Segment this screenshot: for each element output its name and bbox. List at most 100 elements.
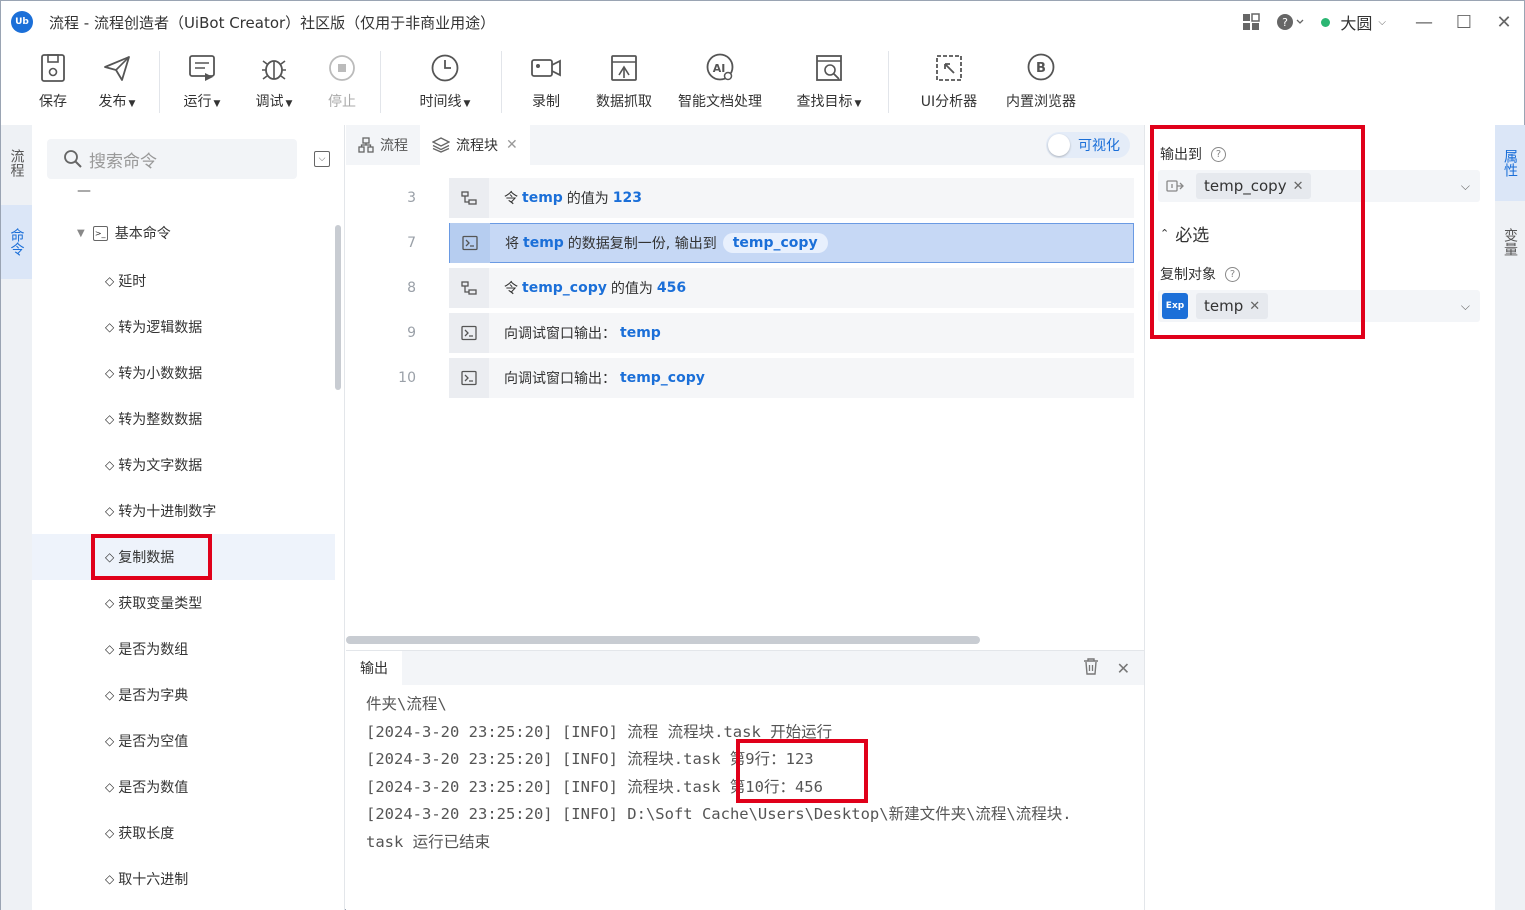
code-text: 向调试窗口输出：	[504, 326, 616, 342]
variable-name: temp	[523, 235, 564, 251]
output-panel: 输出 ✕ 件夹\流程\ [2024-3-20 23:25:20] [INFO] 流…	[346, 650, 1144, 910]
commands-scrollbar[interactable]	[335, 225, 341, 390]
diamond-icon: ◇	[105, 504, 115, 518]
command-item[interactable]: ◇ 获取长度	[32, 810, 335, 856]
save-button[interactable]: 保存	[25, 43, 81, 123]
paper-plane-icon	[101, 51, 133, 85]
code-text: 令	[504, 281, 518, 297]
visual-mode-toggle[interactable]: 可视化	[1046, 132, 1130, 158]
search-input[interactable]: 搜索命令	[47, 139, 297, 179]
chevron-down-icon[interactable]: ⌵	[1461, 179, 1470, 194]
variable-value: 123	[612, 190, 643, 206]
window-title: 流程 - 流程创造者（UiBot Creator）社区版（仅用于非商业用途）	[49, 13, 496, 32]
command-item[interactable]: ◇ 复制数据	[32, 534, 335, 580]
browser-icon: B	[1025, 51, 1057, 85]
record-button[interactable]: 录制	[516, 43, 576, 123]
line-number: 10	[398, 370, 416, 386]
line-number: 3	[407, 190, 416, 206]
minimize-button[interactable]: —	[1404, 1, 1444, 43]
tab-flow-block[interactable]: 流程块 ✕	[420, 125, 530, 165]
code-block-row[interactable]: 10 向调试窗口输出： temp_copy	[346, 358, 1134, 398]
ai-document-icon: AI	[704, 51, 736, 85]
command-item[interactable]: ◇ 转为小数数据	[32, 350, 335, 396]
layout-grid-icon[interactable]	[1231, 1, 1271, 43]
command-item[interactable]: ◇ 取十六进制	[32, 856, 335, 902]
command-item-label: 转为小数数据	[118, 366, 203, 382]
remove-chip-icon[interactable]: ✕	[1249, 299, 1260, 314]
command-item-label: 取十六进制	[118, 872, 189, 888]
command-item[interactable]: ◇ 转为逻辑数据	[32, 304, 335, 350]
code-block-row[interactable]: 7 将 temp 的数据复制一份, 输出到 temp_copy	[346, 223, 1134, 263]
command-item[interactable]: ◇ 转为十进制数字	[32, 488, 335, 534]
tree-separator: —	[77, 183, 91, 199]
close-tab-icon[interactable]: ✕	[506, 137, 518, 153]
code-block-body[interactable]: 令 temp 的值为 123	[449, 178, 1134, 218]
timeline-button[interactable]: 时间线 ▼	[405, 43, 485, 123]
code-block-body[interactable]: 将 temp 的数据复制一份, 输出到 temp_copy	[449, 223, 1134, 263]
debug-button[interactable]: 调试 ▼	[242, 43, 306, 123]
ui-analyzer-button[interactable]: UI分析器	[913, 43, 985, 123]
code-block-row[interactable]: 9 向调试窗口输出： temp	[346, 313, 1134, 353]
side-tab-properties[interactable]: 属性	[1495, 125, 1525, 201]
help-menu-icon[interactable]: ?	[1271, 1, 1311, 43]
close-output-icon[interactable]: ✕	[1117, 659, 1130, 678]
code-text: 的值为	[610, 281, 653, 297]
user-menu[interactable]: 大圆 ⌵	[1321, 10, 1386, 34]
required-section-header[interactable]: ⌃ 必选	[1160, 221, 1209, 246]
toolbar-divider	[159, 51, 160, 113]
side-tab-flow[interactable]: 流程	[1, 125, 32, 201]
close-button[interactable]: ✕	[1484, 1, 1524, 43]
command-item[interactable]: ◇ 延时	[32, 258, 335, 304]
output-to-field[interactable]: temp_copy ✕ ⌵	[1158, 170, 1480, 202]
code-block-row[interactable]: 3 令 temp 的值为 123	[346, 178, 1134, 218]
terminal-icon	[450, 223, 490, 263]
command-item[interactable]: ◇ 转为文字数据	[32, 442, 335, 488]
log-line: 件夹\流程\	[366, 695, 447, 713]
remove-chip-icon[interactable]: ✕	[1293, 179, 1304, 194]
maximize-button[interactable]: ☐	[1444, 1, 1484, 43]
command-item[interactable]: ◇ 是否为数值	[32, 764, 335, 810]
run-button[interactable]: 运行 ▼	[170, 43, 234, 123]
command-item[interactable]: ◇ 是否为数组	[32, 626, 335, 672]
copy-object-field[interactable]: Exp temp ✕ ⌵	[1158, 290, 1480, 322]
log-line: [2024-3-20 23:25:20] [INFO] D:\Soft Cach…	[366, 805, 1072, 824]
code-block-body[interactable]: 向调试窗口输出： temp_copy	[449, 358, 1134, 398]
title-bar-controls: ? 大圆 ⌵ — ☐ ✕	[1231, 1, 1524, 43]
command-item[interactable]: ◇ 是否为字典	[32, 672, 335, 718]
line-number: 9	[407, 325, 416, 341]
code-block-body[interactable]: 向调试窗口输出： temp	[449, 313, 1134, 353]
builtin-browser-button[interactable]: B 内置浏览器	[999, 43, 1083, 123]
toolbar-divider	[380, 51, 381, 113]
command-item[interactable]: ◇ 是否为空值	[32, 718, 335, 764]
tab-flow[interactable]: 流程	[346, 125, 420, 165]
expression-icon[interactable]: Exp	[1162, 293, 1188, 319]
code-block-row[interactable]: 8 令 temp_copy 的值为 456	[346, 268, 1134, 308]
command-item[interactable]: ◇ 转为整数数据	[32, 396, 335, 442]
editor-horizontal-scrollbar[interactable]	[346, 636, 980, 644]
search-placeholder: 搜索命令	[89, 151, 157, 172]
ai-document-button[interactable]: AI 智能文档处理	[668, 43, 772, 123]
command-item[interactable]: ◇ 获取变量类型	[32, 580, 335, 626]
trash-icon[interactable]	[1083, 657, 1099, 679]
visual-mode-label: 可视化	[1078, 138, 1120, 154]
assign-icon	[449, 178, 489, 218]
command-item-label: 获取变量类型	[118, 596, 203, 612]
chevron-down-icon: ▼	[77, 227, 85, 239]
side-tab-commands[interactable]: 命令	[1, 205, 32, 279]
publish-button[interactable]: 发布 ▼	[85, 43, 149, 123]
output-tab[interactable]: 输出	[346, 651, 402, 685]
stop-button[interactable]: 停止	[314, 43, 370, 123]
online-status-icon	[1321, 17, 1331, 27]
collapse-all-icon[interactable]: ⌵	[314, 151, 330, 167]
chevron-down-icon[interactable]: ⌵	[1461, 299, 1470, 314]
copy-object-label: 复制对象	[1160, 267, 1216, 283]
side-tab-variables[interactable]: 变量	[1495, 205, 1525, 279]
help-icon[interactable]: ?	[1225, 266, 1240, 282]
tree-group-basic-commands[interactable]: ▼ >_ 基本命令	[77, 223, 171, 243]
find-target-button[interactable]: 查找目标 ▼	[786, 43, 872, 123]
help-icon[interactable]: ?	[1211, 146, 1226, 162]
diamond-icon: ◇	[105, 642, 115, 656]
code-block-body[interactable]: 令 temp_copy 的值为 456	[449, 268, 1134, 308]
data-scrape-button[interactable]: 数据抓取	[586, 43, 662, 123]
tree-group-label: 基本命令	[114, 226, 171, 242]
